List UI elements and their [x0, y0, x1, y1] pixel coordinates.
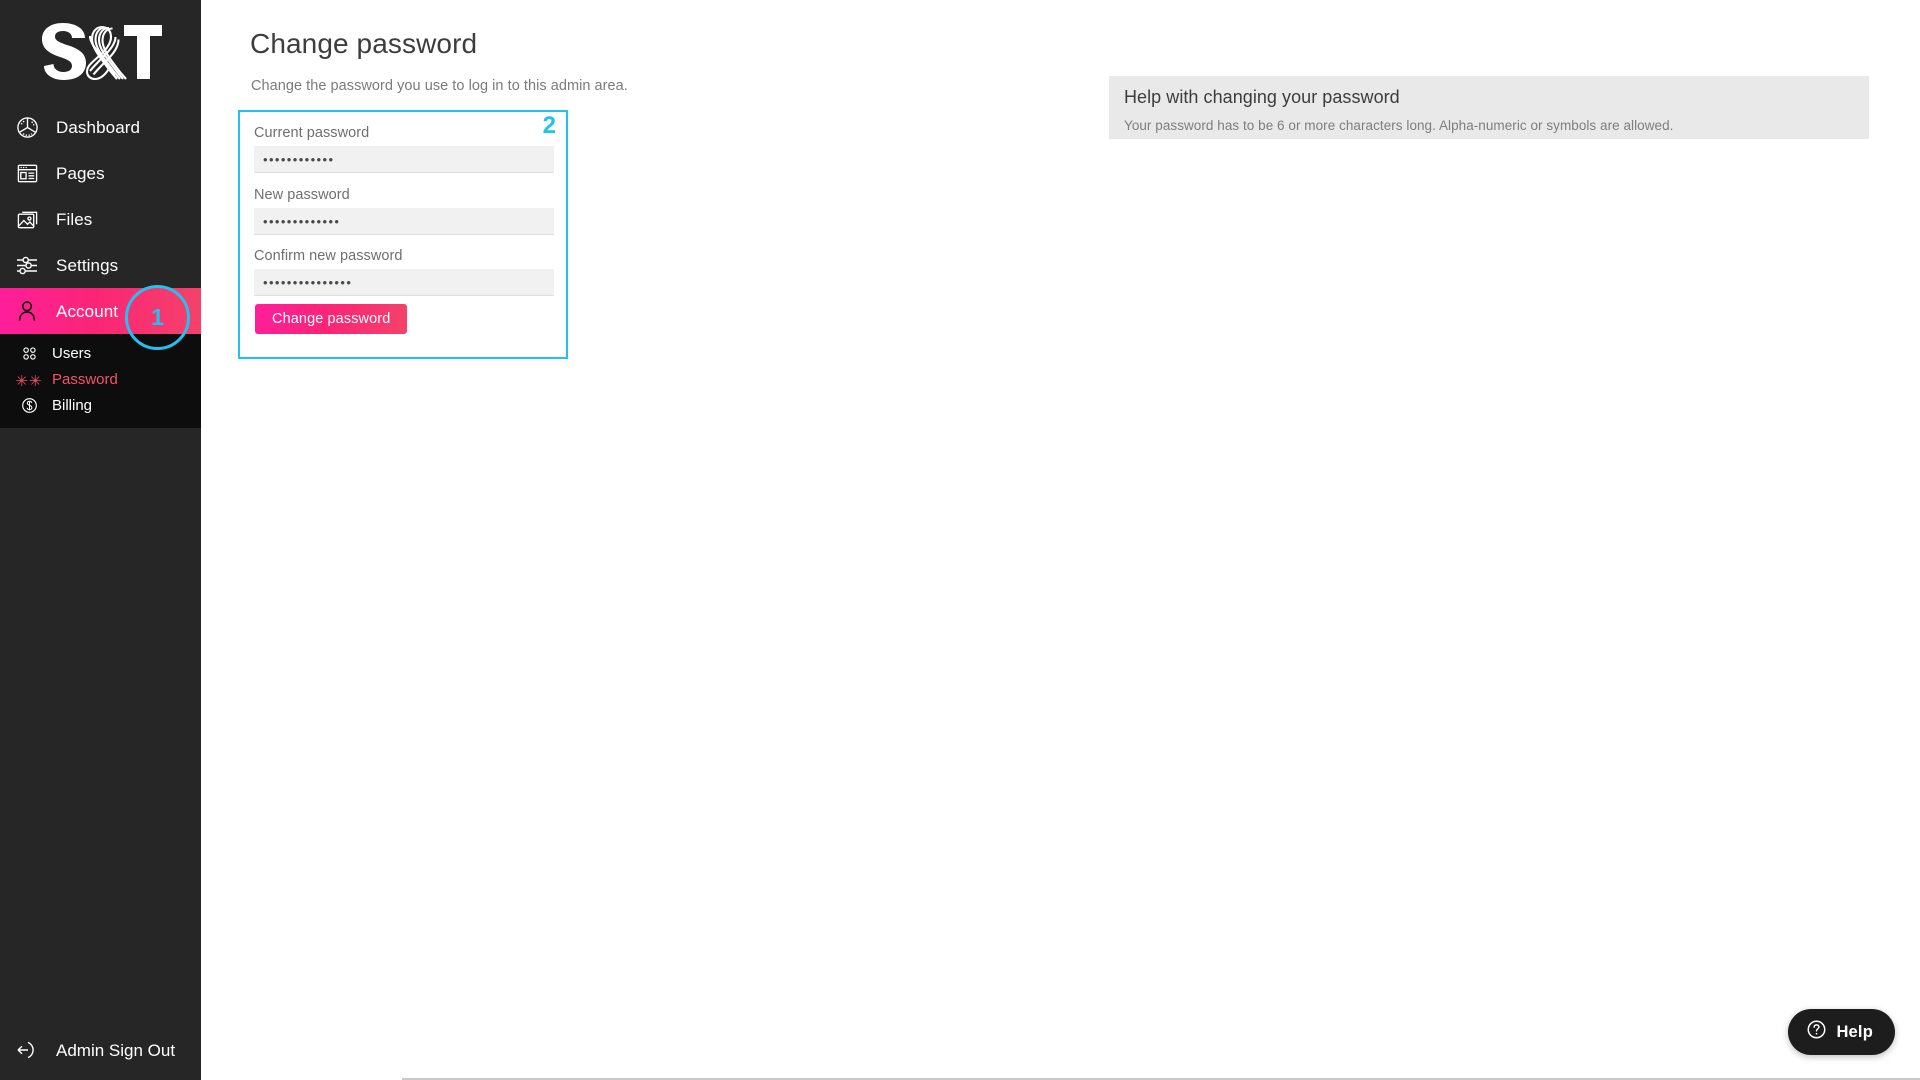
- annotation-badge-1: 1: [125, 285, 190, 350]
- admin-sign-out-label: Admin Sign Out: [56, 1040, 176, 1060]
- dashboard-icon: [12, 112, 42, 142]
- admin-sign-out-button[interactable]: Admin Sign Out: [0, 1020, 201, 1080]
- change-password-form: 2 Current password New password Confirm …: [238, 110, 568, 359]
- settings-icon: [12, 250, 42, 280]
- confirm-password-input[interactable]: [254, 269, 554, 296]
- sidebar-item-settings[interactable]: Settings: [0, 242, 201, 288]
- question-circle-icon: [1806, 1019, 1827, 1045]
- new-password-input[interactable]: [254, 208, 554, 235]
- sidebar-subitem-label: Password: [52, 370, 118, 388]
- main-content: Change password Change the password you …: [201, 0, 1920, 1080]
- confirm-password-field-group: Confirm new password: [254, 248, 554, 296]
- help-fab-button[interactable]: Help: [1788, 1009, 1895, 1055]
- sign-out-icon: [12, 1035, 42, 1065]
- sidebar: Dashboard Pages Files Settings Account U…: [0, 0, 201, 1080]
- sidebar-item-pages[interactable]: Pages: [0, 150, 201, 196]
- help-panel-title: Help with changing your password: [1124, 87, 1400, 107]
- sidebar-item-label: Dashboard: [56, 117, 141, 137]
- sidebar-item-files[interactable]: Files: [0, 196, 201, 242]
- brand-logo[interactable]: [0, 0, 201, 100]
- sidebar-item-label: Files: [56, 209, 93, 229]
- sidebar-subitem-password[interactable]: ✳✳ Password: [0, 366, 201, 392]
- sidebar-nav: Dashboard Pages Files Settings Account U…: [0, 104, 201, 428]
- help-panel-body: Your password has to be 6 or more charac…: [1124, 117, 1674, 133]
- sidebar-subitem-label: Users: [52, 344, 92, 362]
- sidebar-item-label: Account: [56, 301, 119, 321]
- help-fab-label: Help: [1836, 1022, 1873, 1041]
- sidebar-subitem-billing[interactable]: Billing: [0, 392, 201, 418]
- asterisks-icon: ✳✳: [15, 372, 43, 390]
- new-password-label: New password: [254, 187, 350, 203]
- dollar-circle-icon: [18, 394, 40, 416]
- current-password-field-group: Current password: [254, 125, 554, 173]
- page-subtitle: Change the password you use to log in to…: [251, 78, 628, 94]
- current-password-input[interactable]: [254, 146, 554, 173]
- confirm-password-label: Confirm new password: [254, 248, 403, 264]
- st-logo-icon: [42, 23, 162, 81]
- sidebar-item-label: Pages: [56, 163, 105, 183]
- page-title: Change password: [250, 28, 478, 59]
- sidebar-item-dashboard[interactable]: Dashboard: [0, 104, 201, 150]
- help-panel: Help with changing your password Your pa…: [1109, 76, 1869, 139]
- sidebar-item-label: Settings: [56, 255, 119, 275]
- files-icon: [12, 204, 42, 234]
- pages-icon: [12, 158, 42, 188]
- change-password-button[interactable]: Change password: [255, 304, 408, 334]
- account-icon: [12, 296, 42, 326]
- new-password-field-group: New password: [254, 187, 554, 235]
- admin-app-window: Dashboard Pages Files Settings Account U…: [0, 0, 1920, 1080]
- users-grid-icon: [18, 342, 40, 364]
- current-password-label: Current password: [254, 125, 370, 141]
- sidebar-subitem-label: Billing: [52, 396, 93, 414]
- account-submenu: Users ✳✳ Password Billing: [0, 334, 201, 428]
